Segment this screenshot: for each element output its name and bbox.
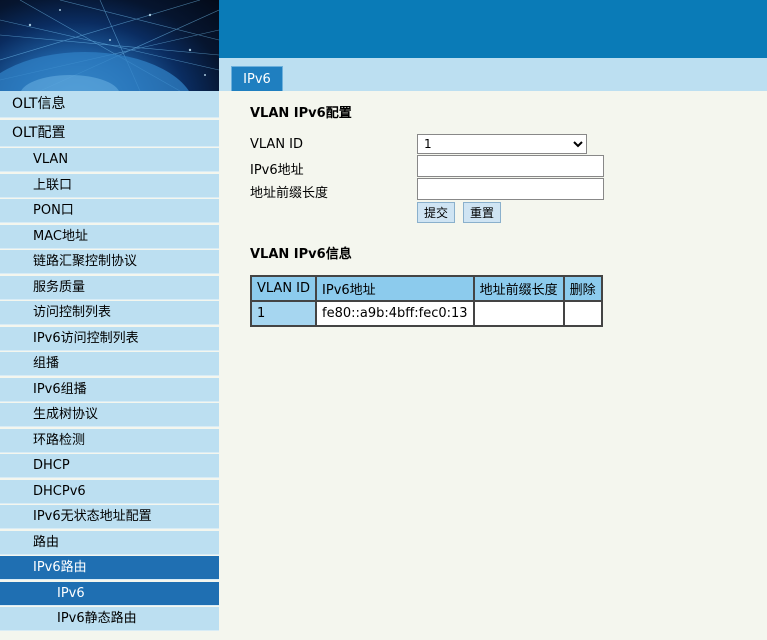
column-header: VLAN ID xyxy=(249,275,318,302)
sidebar-item[interactable]: 组播 xyxy=(0,352,219,376)
sidebar-item[interactable]: OLT配置 xyxy=(0,119,219,147)
ipv6-address-label: IPv6地址 xyxy=(250,163,304,178)
tab-strip: IPv6 xyxy=(219,58,767,91)
vlan-id-select[interactable]: 1 xyxy=(417,134,587,154)
prefix-length-label: 地址前缀长度 xyxy=(250,186,329,201)
sidebar-item[interactable]: 路由 xyxy=(0,530,219,555)
sidebar: OLT信息 OLT配置 VLAN 上联口 PON口 MAC地址 链路汇聚控制协议 服务质量 访问… xyxy=(0,91,219,640)
sidebar-item[interactable]: IPv6静态路由 xyxy=(0,607,219,631)
column-header: 删除 xyxy=(562,275,603,302)
delete-cell[interactable] xyxy=(562,300,603,327)
tab-ipv6[interactable]: IPv6 xyxy=(231,66,283,91)
sidebar-item[interactable]: 服务质量 xyxy=(0,275,219,300)
prefix-length-input[interactable] xyxy=(417,178,604,200)
banner-image xyxy=(0,0,219,91)
ipv6-address-cell: fe80::a9b:4bff:fec0:13 xyxy=(315,300,475,327)
sidebar-item[interactable]: PON口 xyxy=(0,199,219,223)
sidebar-item[interactable]: 环路检测 xyxy=(0,428,219,453)
sidebar-item[interactable]: IPv6无状态地址配置 xyxy=(0,505,219,529)
sidebar-item[interactable]: OLT信息 xyxy=(0,91,219,118)
config-title: VLAN IPv6配置 xyxy=(250,106,352,121)
sidebar-item[interactable]: IPv6路由 xyxy=(0,556,219,580)
sidebar-item[interactable]: IPv6访问控制列表 xyxy=(0,326,219,351)
table-header-row: VLAN ID IPv6地址 地址前缀长度 删除 xyxy=(249,275,603,302)
sidebar-item[interactable]: 链路汇聚控制协议 xyxy=(0,250,219,274)
prefix-length-cell xyxy=(472,300,565,327)
sidebar-item[interactable]: 上联口 xyxy=(0,173,219,198)
sidebar-item[interactable]: 生成树协议 xyxy=(0,403,219,427)
sidebar-item[interactable]: VLAN xyxy=(0,148,219,172)
vlan-ipv6-table: VLAN ID IPv6地址 地址前缀长度 删除 1 fe80::a9b:4bf… xyxy=(249,275,603,327)
column-header: IPv6地址 xyxy=(315,275,475,302)
sidebar-item[interactable]: DHCP xyxy=(0,454,219,478)
sidebar-item[interactable]: DHCPv6 xyxy=(0,479,219,504)
column-header: 地址前缀长度 xyxy=(472,275,565,302)
info-title: VLAN IPv6信息 xyxy=(250,247,352,262)
ipv6-address-input[interactable] xyxy=(417,155,604,177)
submit-button[interactable]: 提交 xyxy=(417,202,456,223)
sidebar-item[interactable]: 访问控制列表 xyxy=(0,301,219,325)
top-header-bar xyxy=(219,0,767,58)
sidebar-item[interactable]: MAC地址 xyxy=(0,224,219,249)
sidebar-item[interactable]: IPv6 xyxy=(0,581,219,606)
table-row: 1 fe80::a9b:4bff:fec0:13 xyxy=(249,300,603,327)
vlan-id-label: VLAN ID xyxy=(250,137,304,152)
reset-button[interactable]: 重置 xyxy=(463,202,502,223)
vlan-id-cell: 1 xyxy=(249,300,318,327)
sidebar-item[interactable]: IPv6组播 xyxy=(0,377,219,402)
